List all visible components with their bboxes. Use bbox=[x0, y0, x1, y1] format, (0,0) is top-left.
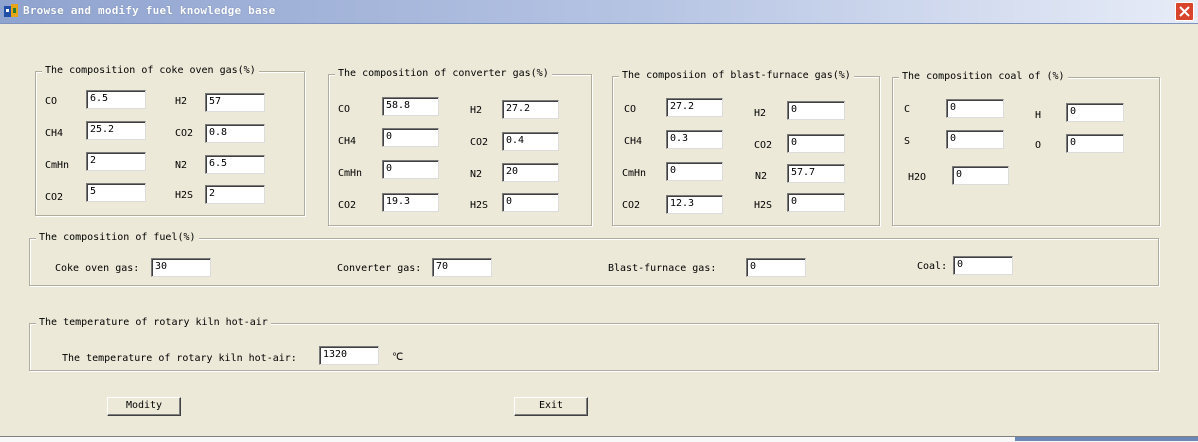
coal-h2o-label: H2O bbox=[908, 172, 927, 183]
conv-h2-label: H2 bbox=[470, 105, 483, 116]
blast-n2-input[interactable]: 57.7 bbox=[787, 164, 845, 183]
exit-button[interactable]: Exit bbox=[514, 397, 588, 416]
title-bar: Browse and modify fuel knowledge base bbox=[0, 0, 1198, 24]
conv-h2s-input[interactable]: 0 bbox=[502, 193, 559, 212]
coal-c-input[interactable]: 0 bbox=[946, 99, 1004, 118]
coke-ch4-label: CH4 bbox=[45, 128, 64, 139]
blast-co-input[interactable]: 27.2 bbox=[666, 98, 723, 117]
conv-co2-input[interactable]: 0.4 bbox=[502, 132, 559, 151]
temperature-label: The temperature of rotary kiln hot-air: bbox=[62, 353, 297, 364]
conv-ch4-label: CH4 bbox=[338, 136, 357, 147]
conv-co2b-label: CO2 bbox=[338, 200, 357, 211]
fuel-coke-input[interactable]: 30 bbox=[151, 258, 211, 277]
blast-co2-input[interactable]: 0 bbox=[787, 134, 845, 153]
coal-h-label: H bbox=[1035, 110, 1042, 121]
close-button[interactable] bbox=[1175, 2, 1194, 21]
blast-h2s-input[interactable]: 0 bbox=[787, 193, 845, 212]
conv-n2-label: N2 bbox=[470, 169, 483, 180]
coke-co-input[interactable]: 6.5 bbox=[86, 90, 146, 109]
blast-ch4-input[interactable]: 0.3 bbox=[666, 130, 723, 149]
blast-co2b-label: CO2 bbox=[622, 200, 641, 211]
taskbar-strip bbox=[1015, 437, 1198, 441]
fuel-coal-input[interactable]: 0 bbox=[953, 256, 1013, 275]
blast-ch4-label: CH4 bbox=[624, 136, 643, 147]
fuel-blast-input[interactable]: 0 bbox=[746, 258, 806, 277]
close-icon bbox=[1179, 6, 1190, 17]
coke-co2-input[interactable]: 0.8 bbox=[205, 124, 265, 143]
fuel-converter-label: Converter gas: bbox=[337, 263, 422, 274]
coal-h-input[interactable]: 0 bbox=[1066, 103, 1124, 122]
conv-cmhn-input[interactable]: 0 bbox=[382, 160, 439, 179]
blast-furnace-gas-legend: The composiion of blast-furnace gas(%) bbox=[619, 70, 854, 81]
coke-h2-label: H2 bbox=[175, 96, 188, 107]
conv-h2-input[interactable]: 27.2 bbox=[502, 100, 559, 119]
blast-h2-label: H2 bbox=[754, 108, 767, 119]
fuel-converter-input[interactable]: 70 bbox=[432, 258, 492, 277]
converter-gas-legend: The composition of converter gas(%) bbox=[335, 68, 552, 79]
conv-co2b-input[interactable]: 19.3 bbox=[382, 193, 439, 212]
temperature-legend: The temperature of rotary kiln hot-air bbox=[36, 317, 271, 328]
coal-s-label: S bbox=[904, 136, 911, 147]
blast-n2-label: N2 bbox=[755, 171, 768, 182]
blast-cmhn-label: CmHn bbox=[622, 168, 647, 179]
coal-o-label: O bbox=[1035, 140, 1042, 151]
coke-n2-label: N2 bbox=[175, 160, 188, 171]
temperature-input[interactable]: 1320 bbox=[319, 346, 379, 365]
coke-n2-input[interactable]: 6.5 bbox=[205, 155, 265, 174]
conv-h2s-label: H2S bbox=[470, 200, 489, 211]
coal-h2o-input[interactable]: 0 bbox=[952, 166, 1009, 185]
coke-cmhn-label: CmHn bbox=[45, 160, 70, 171]
coke-h2s-label: H2S bbox=[175, 190, 194, 201]
conv-co-input[interactable]: 58.8 bbox=[382, 97, 439, 116]
conv-ch4-input[interactable]: 0 bbox=[382, 128, 439, 147]
coke-h2s-input[interactable]: 2 bbox=[205, 185, 265, 204]
blast-co-label: CO bbox=[624, 104, 637, 115]
conv-cmhn-label: CmHn bbox=[338, 168, 363, 179]
temperature-unit: ℃ bbox=[392, 352, 404, 363]
coal-s-input[interactable]: 0 bbox=[946, 130, 1004, 149]
coke-h2-input[interactable]: 57 bbox=[205, 93, 265, 112]
coke-ch4-input[interactable]: 25.2 bbox=[86, 121, 146, 140]
coke-co2b-input[interactable]: 5 bbox=[86, 183, 146, 202]
conv-co-label: CO bbox=[338, 104, 351, 115]
fuel-blast-label: Blast-furnace gas: bbox=[608, 263, 717, 274]
blast-h2-input[interactable]: 0 bbox=[787, 101, 845, 120]
coke-oven-gas-legend: The composition of coke oven gas(%) bbox=[42, 65, 259, 76]
window-title: Browse and modify fuel knowledge base bbox=[23, 4, 276, 17]
conv-n2-input[interactable]: 20 bbox=[502, 163, 559, 182]
coke-co2-label: CO2 bbox=[175, 128, 194, 139]
blast-cmhn-input[interactable]: 0 bbox=[666, 162, 723, 181]
coke-cmhn-input[interactable]: 2 bbox=[86, 152, 146, 171]
fuel-coal-label: Coal: bbox=[917, 261, 948, 272]
blast-h2s-label: H2S bbox=[754, 200, 773, 211]
modify-button[interactable]: Modity bbox=[107, 397, 181, 416]
blast-co2b-input[interactable]: 12.3 bbox=[666, 195, 723, 214]
blast-co2-label: CO2 bbox=[754, 140, 773, 151]
fuel-coke-label: Coke oven gas: bbox=[55, 263, 140, 274]
coal-c-label: C bbox=[904, 104, 911, 115]
app-icon bbox=[4, 4, 18, 17]
coal-legend: The composition coal of (%) bbox=[899, 71, 1068, 82]
fuel-composition-legend: The composition of fuel(%) bbox=[36, 232, 199, 243]
coke-co2b-label: CO2 bbox=[45, 192, 64, 203]
coke-co-label: CO bbox=[45, 96, 58, 107]
conv-co2-label: CO2 bbox=[470, 137, 489, 148]
coal-o-input[interactable]: 0 bbox=[1066, 134, 1124, 153]
